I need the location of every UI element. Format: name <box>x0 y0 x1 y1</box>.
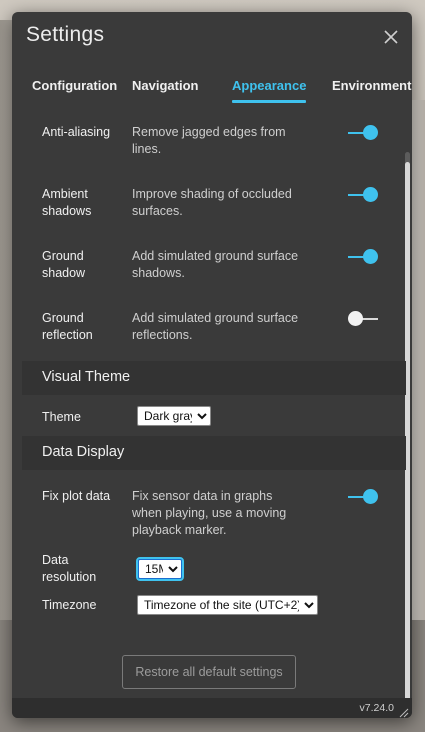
fix-plot-label: Fix plot data <box>42 489 111 503</box>
tab-active-underline <box>232 100 307 103</box>
section-data-display: Data Display <box>22 436 406 470</box>
settings-dialog: Settings Configuration Navigation Appear… <box>12 12 412 718</box>
setting-data-resolution: Data resolution <box>42 552 382 586</box>
theme-select[interactable]: Dark gray <box>137 406 211 426</box>
setting-description: Remove jagged edges from lines. <box>132 125 286 156</box>
fix-plot-description: Fix sensor data in graphs when playing, … <box>132 489 287 537</box>
section-visual-theme: Visual Theme <box>22 361 406 395</box>
setting-label: Anti-aliasing <box>42 125 111 139</box>
tab-appearance[interactable]: Appearance <box>232 78 307 103</box>
setting-theme: Theme <box>42 408 382 428</box>
dialog-title: Settings <box>26 23 105 46</box>
setting-label: Ground shadow <box>42 249 86 280</box>
ground-reflection-toggle[interactable] <box>348 310 378 328</box>
tab-configuration[interactable]: Configuration <box>32 78 117 93</box>
data-resolution-label: Data resolution <box>42 553 97 584</box>
restore-defaults-button[interactable]: Restore all default settings <box>122 655 296 689</box>
ambient-shadows-toggle[interactable] <box>348 186 378 204</box>
theme-label: Theme <box>42 410 81 424</box>
dialog-header: Settings <box>12 12 412 62</box>
anti-aliasing-toggle[interactable] <box>348 124 378 142</box>
scrollbar-thumb[interactable] <box>405 162 410 702</box>
setting-ground-reflection: Ground reflection Add simulated ground s… <box>42 310 382 344</box>
section-heading: Visual Theme <box>42 369 131 385</box>
tab-bar: Configuration Navigation Appearance Envi… <box>12 78 412 112</box>
timezone-select[interactable]: Timezone of the site (UTC+2) <box>137 595 318 615</box>
timezone-label: Timezone <box>42 598 97 612</box>
setting-fix-plot-data: Fix plot data Fix sensor data in graphs … <box>42 488 382 540</box>
resize-grip-icon[interactable] <box>399 705 409 718</box>
section-heading: Data Display <box>42 444 125 460</box>
close-icon[interactable] <box>380 26 402 48</box>
version-label: v7.24.0 <box>359 702 394 714</box>
setting-label: Ambient shadows <box>42 187 92 218</box>
setting-anti-aliasing: Anti-aliasing Remove jagged edges from l… <box>42 124 382 158</box>
setting-label: Ground reflection <box>42 311 93 342</box>
fix-plot-toggle[interactable] <box>348 488 378 506</box>
data-resolution-select[interactable]: 15M <box>136 557 184 581</box>
dialog-footer: v7.24.0 <box>12 698 412 718</box>
tab-environment[interactable]: Environment <box>332 78 411 93</box>
setting-ground-shadow: Ground shadow Add simulated ground surfa… <box>42 248 382 282</box>
setting-ambient-shadows: Ambient shadows Improve shading of occlu… <box>42 186 382 220</box>
tab-navigation[interactable]: Navigation <box>132 78 198 93</box>
ground-shadow-toggle[interactable] <box>348 248 378 266</box>
setting-description: Add simulated ground surface reflections… <box>132 311 299 342</box>
setting-description: Improve shading of occluded surfaces. <box>132 187 292 218</box>
setting-description: Add simulated ground surface shadows. <box>132 249 299 280</box>
